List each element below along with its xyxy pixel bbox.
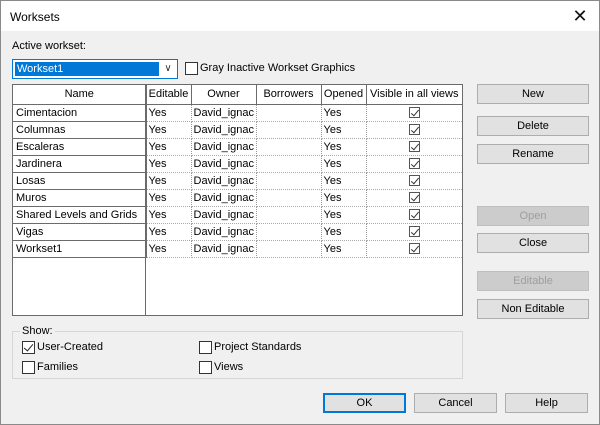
cell-opened[interactable]: Yes <box>321 223 367 241</box>
cell-opened[interactable]: Yes <box>321 104 367 122</box>
cell-editable[interactable]: Yes <box>146 189 192 207</box>
cell-borrowers[interactable] <box>256 138 322 156</box>
col-header-visible[interactable]: Visible in all views <box>366 85 462 105</box>
close-icon[interactable]: ✕ <box>569 5 591 27</box>
views-checkbox[interactable] <box>199 361 212 374</box>
cell-owner[interactable]: David_ignac <box>191 104 257 122</box>
active-workset-label: Active workset: <box>12 40 86 52</box>
families-label: Families <box>37 361 78 373</box>
cell-borrowers[interactable] <box>256 240 322 258</box>
visible-checkbox[interactable] <box>408 107 420 119</box>
chevron-down-icon[interactable]: ∨ <box>159 60 177 78</box>
rename-button[interactable]: Rename <box>477 144 589 164</box>
views-label: Views <box>214 361 244 373</box>
cell-owner[interactable]: David_ignac <box>191 172 257 190</box>
gray-inactive-label: Gray Inactive Workset Graphics <box>200 62 356 74</box>
cell-editable[interactable]: Yes <box>146 138 192 156</box>
window-title: Worksets <box>10 10 60 24</box>
cell-editable[interactable]: Yes <box>146 104 192 122</box>
cell-opened[interactable]: Yes <box>321 138 367 156</box>
col-header-opened[interactable]: Opened <box>321 85 367 105</box>
visible-checkbox[interactable] <box>408 141 420 153</box>
col-header-owner[interactable]: Owner <box>191 85 257 105</box>
cell-editable[interactable]: Yes <box>146 240 192 258</box>
cell-borrowers[interactable] <box>256 172 322 190</box>
non-editable-button[interactable]: Non Editable <box>477 299 589 319</box>
visible-checkbox[interactable] <box>408 124 420 136</box>
visible-checkbox[interactable] <box>408 192 420 204</box>
visible-checkbox[interactable] <box>408 175 420 187</box>
title-bar: Worksets ✕ <box>1 1 599 31</box>
close-button[interactable]: Close <box>477 233 589 253</box>
families-checkbox[interactable] <box>22 361 35 374</box>
worksets-dialog: Worksets ✕ Active workset: Workset1 ∨ Gr… <box>0 0 600 425</box>
cell-visible <box>366 155 462 173</box>
cell-opened[interactable]: Yes <box>321 172 367 190</box>
cell-editable[interactable]: Yes <box>146 155 192 173</box>
visible-checkbox[interactable] <box>408 226 420 238</box>
cell-owner[interactable]: David_ignac <box>191 189 257 207</box>
cell-editable[interactable]: Yes <box>146 206 192 224</box>
open-button[interactable]: Open <box>477 206 589 226</box>
col-header-editable[interactable]: Editable <box>146 85 192 105</box>
cell-visible <box>366 223 462 241</box>
gray-inactive-checkbox[interactable] <box>185 62 198 75</box>
visible-checkbox[interactable] <box>408 243 420 255</box>
worksets-table[interactable]: Name Editable Owner Borrowers Opened Vis… <box>12 84 463 316</box>
cell-owner[interactable]: David_ignac <box>191 223 257 241</box>
cell-borrowers[interactable] <box>256 155 322 173</box>
cell-editable[interactable]: Yes <box>146 121 192 139</box>
cell-owner[interactable]: David_ignac <box>191 155 257 173</box>
cell-borrowers[interactable] <box>256 223 322 241</box>
cell-owner[interactable]: David_ignac <box>191 121 257 139</box>
cell-opened[interactable]: Yes <box>321 206 367 224</box>
name-column-fill <box>13 85 146 315</box>
cell-visible <box>366 189 462 207</box>
new-button[interactable]: New <box>477 84 589 104</box>
show-label: Show: <box>20 325 55 337</box>
cell-editable[interactable]: Yes <box>146 223 192 241</box>
visible-checkbox[interactable] <box>408 158 420 170</box>
cell-owner[interactable]: David_ignac <box>191 138 257 156</box>
cell-visible <box>366 240 462 258</box>
active-workset-value: Workset1 <box>15 62 159 76</box>
project-standards-checkbox[interactable] <box>199 341 212 354</box>
cell-visible <box>366 121 462 139</box>
cell-borrowers[interactable] <box>256 189 322 207</box>
cell-borrowers[interactable] <box>256 121 322 139</box>
cell-visible <box>366 206 462 224</box>
cell-visible <box>366 172 462 190</box>
cell-opened[interactable]: Yes <box>321 240 367 258</box>
cell-opened[interactable]: Yes <box>321 189 367 207</box>
visible-checkbox[interactable] <box>408 209 420 221</box>
user-created-label: User-Created <box>37 341 104 353</box>
cell-visible <box>366 138 462 156</box>
editable-button[interactable]: Editable <box>477 271 589 291</box>
cancel-button[interactable]: Cancel <box>414 393 497 413</box>
cell-visible <box>366 104 462 122</box>
cell-opened[interactable]: Yes <box>321 155 367 173</box>
active-workset-dropdown[interactable]: Workset1 ∨ <box>12 59 178 79</box>
project-standards-label: Project Standards <box>214 341 302 353</box>
cell-borrowers[interactable] <box>256 104 322 122</box>
cell-editable[interactable]: Yes <box>146 172 192 190</box>
ok-button[interactable]: OK <box>323 393 406 413</box>
cell-owner[interactable]: David_ignac <box>191 206 257 224</box>
help-button[interactable]: Help <box>505 393 588 413</box>
cell-opened[interactable]: Yes <box>321 121 367 139</box>
col-header-borrowers[interactable]: Borrowers <box>256 85 322 105</box>
user-created-checkbox[interactable] <box>22 341 35 354</box>
cell-borrowers[interactable] <box>256 206 322 224</box>
cell-owner[interactable]: David_ignac <box>191 240 257 258</box>
delete-button[interactable]: Delete <box>477 116 589 136</box>
